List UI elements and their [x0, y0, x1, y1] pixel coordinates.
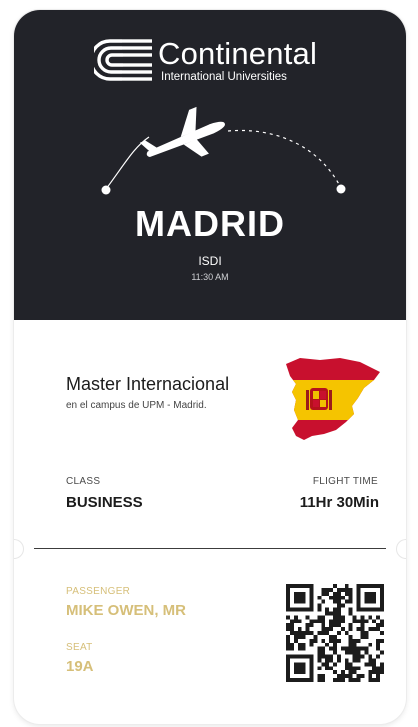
class-value: BUSINESS	[66, 494, 143, 511]
flight-time-label: FLIGHT TIME	[312, 476, 378, 487]
qr-code-icon	[286, 584, 384, 682]
program-subtitle: en el campus de UPM - Madrid.	[66, 400, 207, 411]
class-label: CLASS	[66, 476, 101, 487]
flight-time-value: 11Hr 30Min	[299, 494, 379, 511]
brand-subtitle: International Universities	[161, 71, 287, 83]
passenger-label: PASSENGER	[66, 586, 131, 597]
flight-path	[101, 106, 346, 195]
continental-logo-icon	[94, 39, 152, 81]
program-title: Master Internacional	[66, 374, 230, 394]
passenger-name: MIKE OWEN, MR	[66, 602, 186, 619]
destination-code: ISDI	[198, 254, 222, 268]
seat-value: 19A	[66, 658, 94, 675]
destination-time: 11:30 AM	[191, 272, 229, 282]
ticket-notch-left	[14, 539, 24, 559]
seat-label: SEAT	[66, 642, 93, 653]
brand-name: Continental	[158, 36, 318, 71]
ticket-notch-right	[396, 539, 406, 559]
ticket-header: Continental International Universities M…	[14, 10, 406, 320]
airplane-icon	[139, 106, 225, 158]
destination-city: MADRID	[135, 203, 285, 244]
brand-logo: Continental International Universities	[94, 36, 344, 96]
spain-flag-map-icon	[286, 358, 380, 440]
boarding-pass-card: Continental International Universities M…	[14, 10, 406, 724]
ticket-perforation-divider	[34, 548, 386, 549]
